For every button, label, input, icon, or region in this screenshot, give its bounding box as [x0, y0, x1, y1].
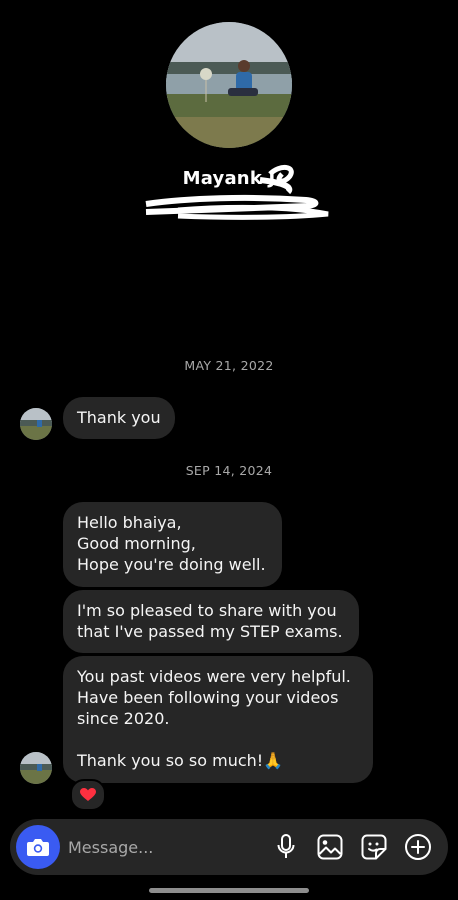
home-indicator[interactable]	[149, 888, 309, 893]
microphone-icon	[277, 834, 295, 858]
sender-photo	[20, 408, 52, 440]
message-bubble[interactable]: Thank you	[63, 397, 175, 439]
sender-avatar[interactable]	[20, 408, 52, 440]
message-bubble[interactable]: I'm so pleased to share with you that I'…	[63, 590, 359, 653]
date-separator: MAY 21, 2022	[184, 358, 274, 373]
voice-message-button[interactable]	[271, 832, 301, 862]
redaction-scribble	[145, 165, 329, 220]
profile-avatar[interactable]	[166, 22, 292, 148]
message-reaction[interactable]	[70, 779, 106, 811]
camera-icon	[27, 839, 49, 856]
camera-button[interactable]	[16, 825, 60, 869]
sticker-button[interactable]	[359, 832, 389, 862]
message-bubble[interactable]: You past videos were very helpful. Have …	[63, 656, 373, 783]
sender-photo	[20, 752, 52, 784]
message-input[interactable]	[68, 835, 258, 859]
heart-icon	[80, 788, 96, 801]
gallery-button[interactable]	[315, 832, 345, 862]
date-separator: SEP 14, 2024	[185, 463, 273, 478]
more-options-button[interactable]	[403, 832, 433, 862]
gallery-icon	[317, 834, 343, 860]
message-bubble[interactable]: Hello bhaiya, Good morning, Hope you're …	[63, 502, 282, 587]
profile-photo	[166, 22, 292, 148]
sender-avatar[interactable]	[20, 752, 52, 784]
sticker-icon	[361, 834, 387, 860]
plus-circle-icon	[405, 834, 431, 860]
